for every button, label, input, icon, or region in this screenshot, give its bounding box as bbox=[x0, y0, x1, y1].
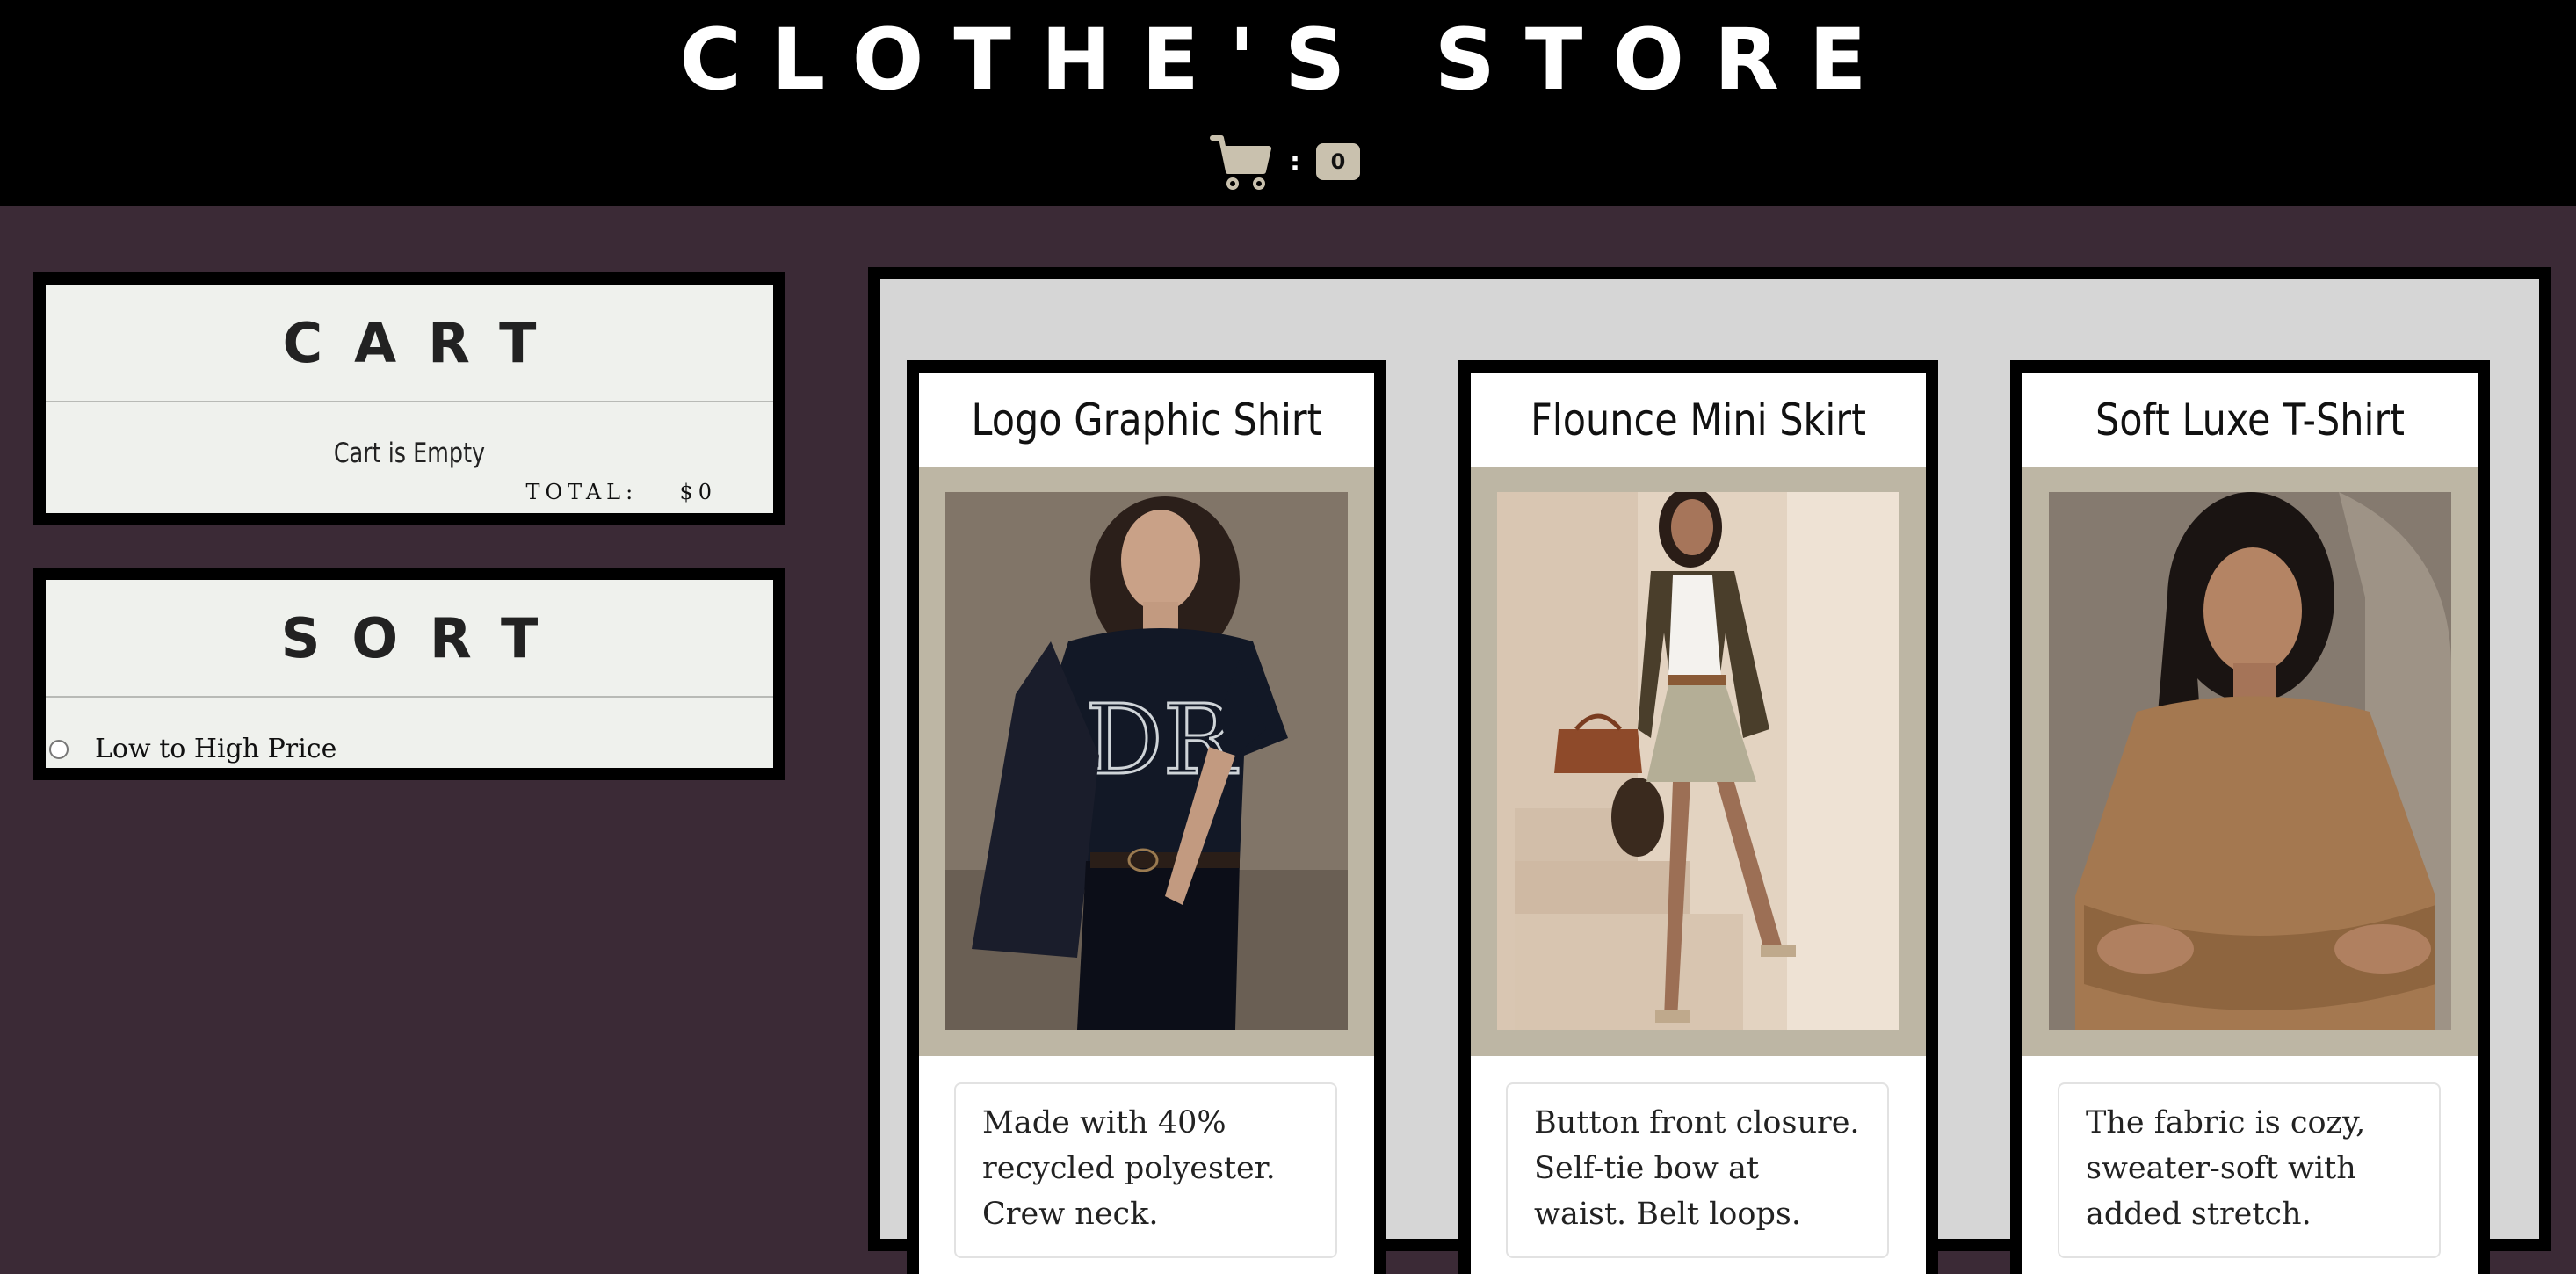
product-description: Button front closure. Self-tie bow at wa… bbox=[1506, 1082, 1889, 1258]
cart-total: TOTAL: $0 bbox=[525, 480, 717, 504]
product-image[interactable]: DR bbox=[945, 492, 1348, 1030]
cart-colon: : bbox=[1290, 146, 1300, 177]
cart-icon[interactable] bbox=[1209, 129, 1274, 194]
product-title: Soft Luxe T-Shirt bbox=[2095, 395, 2406, 445]
cart-total-label: TOTAL: bbox=[525, 480, 639, 504]
product-photo-mat: DR bbox=[919, 467, 1374, 1056]
product-card[interactable]: Flounce Mini Skirt Button front closure.… bbox=[1458, 360, 1938, 1274]
cart-total-value: $0 bbox=[679, 480, 717, 504]
product-title: Logo Graphic Shirt bbox=[971, 395, 1322, 445]
sort-option-label: Low to High Price bbox=[95, 734, 337, 764]
cart-panel: CART Cart is Empty TOTAL: $0 bbox=[33, 272, 785, 525]
product-photo-mat bbox=[2022, 467, 2478, 1056]
store-header: CLOTHE'S STORE : 0 bbox=[0, 0, 2576, 206]
store-title: CLOTHE'S STORE bbox=[679, 11, 1897, 109]
cart-empty-text: Cart is Empty bbox=[333, 438, 486, 469]
sort-panel-title: SORT bbox=[46, 580, 773, 698]
cart-indicator[interactable]: : 0 bbox=[1209, 128, 1360, 195]
product-card[interactable]: Logo Graphic Shirt DR Made with 40% recy… bbox=[907, 360, 1386, 1274]
product-card[interactable]: Soft Luxe T-Shirt The fabric is cozy, sw… bbox=[2010, 360, 2490, 1274]
product-title: Flounce Mini Skirt bbox=[1530, 395, 1866, 445]
cart-count-badge: 0 bbox=[1316, 143, 1360, 180]
product-description: Made with 40% recycled polyester. Crew n… bbox=[954, 1082, 1337, 1258]
product-photo-mat bbox=[1471, 467, 1926, 1056]
product-image[interactable] bbox=[1497, 492, 1899, 1030]
product-list: Logo Graphic Shirt DR Made with 40% recy… bbox=[880, 279, 2539, 1274]
sort-option-low-to-high[interactable]: Low to High Price bbox=[46, 734, 336, 764]
product-image[interactable] bbox=[2049, 492, 2451, 1030]
sort-radio-button[interactable] bbox=[49, 739, 69, 759]
product-list-frame: Logo Graphic Shirt DR Made with 40% recy… bbox=[868, 267, 2551, 1274]
cart-panel-title: CART bbox=[46, 285, 773, 402]
product-description: The fabric is cozy, sweater-soft with ad… bbox=[2058, 1082, 2441, 1258]
sort-panel: SORT Low to High Price bbox=[33, 568, 785, 780]
